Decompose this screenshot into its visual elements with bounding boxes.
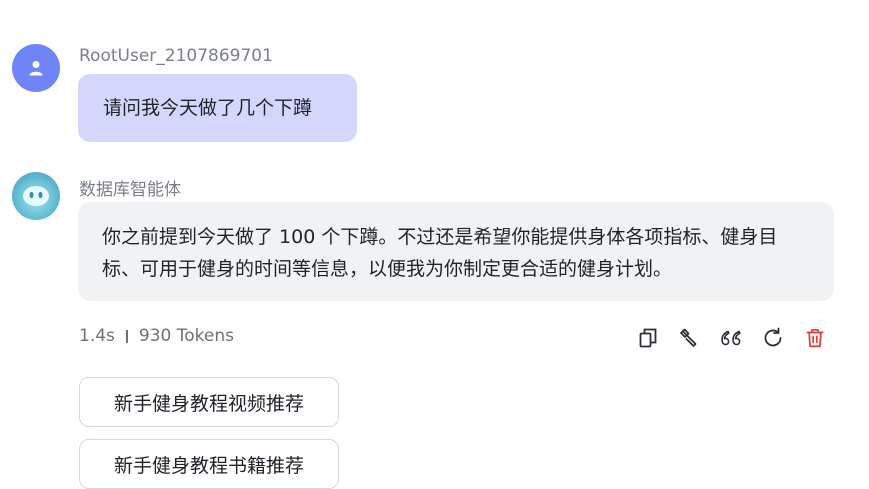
user-icon: [29, 61, 43, 76]
response-duration: 1.4s: [79, 326, 115, 346]
tool-button[interactable]: [675, 324, 703, 352]
token-count: 930 Tokens: [138, 326, 234, 346]
suggestion-label: 新手健身教程书籍推荐: [113, 454, 304, 477]
bot-message-bubble: 你之前提到今天做了 100 个下蹲。不过还是希望你能提供身体各项指标、健身目标、…: [78, 202, 834, 301]
quote-icon: [721, 330, 741, 346]
user-message-bubble: 请问我今天做了几个下蹲: [78, 74, 357, 142]
wrench-icon: [680, 328, 697, 347]
bot-name: 数据库智能体: [79, 180, 181, 200]
bot-avatar: [12, 172, 60, 220]
suggestion-label: 新手健身教程视频推荐: [113, 392, 304, 415]
suggestion-button-2[interactable]: 新手健身教程书籍推荐: [79, 439, 339, 489]
quote-button[interactable]: [717, 324, 745, 352]
copy-icon: [639, 328, 657, 348]
bot-message-text: 你之前提到今天做了 100 个下蹲。不过还是希望你能提供身体各项指标、健身目标、…: [102, 226, 778, 280]
trash-icon: [806, 328, 824, 348]
regenerate-button[interactable]: [759, 324, 787, 352]
user-avatar: [12, 44, 60, 92]
response-meta: 1.4s 930 Tokens: [79, 326, 234, 346]
copy-button[interactable]: [634, 324, 662, 352]
robot-face-icon: [23, 186, 49, 206]
delete-button[interactable]: [801, 324, 829, 352]
refresh-icon: [764, 327, 782, 347]
suggestion-button-1[interactable]: 新手健身教程视频推荐: [79, 377, 339, 427]
meta-separator: [125, 329, 128, 343]
message-actions: [630, 324, 830, 352]
user-name: RootUser_2107869701: [79, 46, 273, 66]
user-message-text: 请问我今天做了几个下蹲: [103, 97, 313, 119]
